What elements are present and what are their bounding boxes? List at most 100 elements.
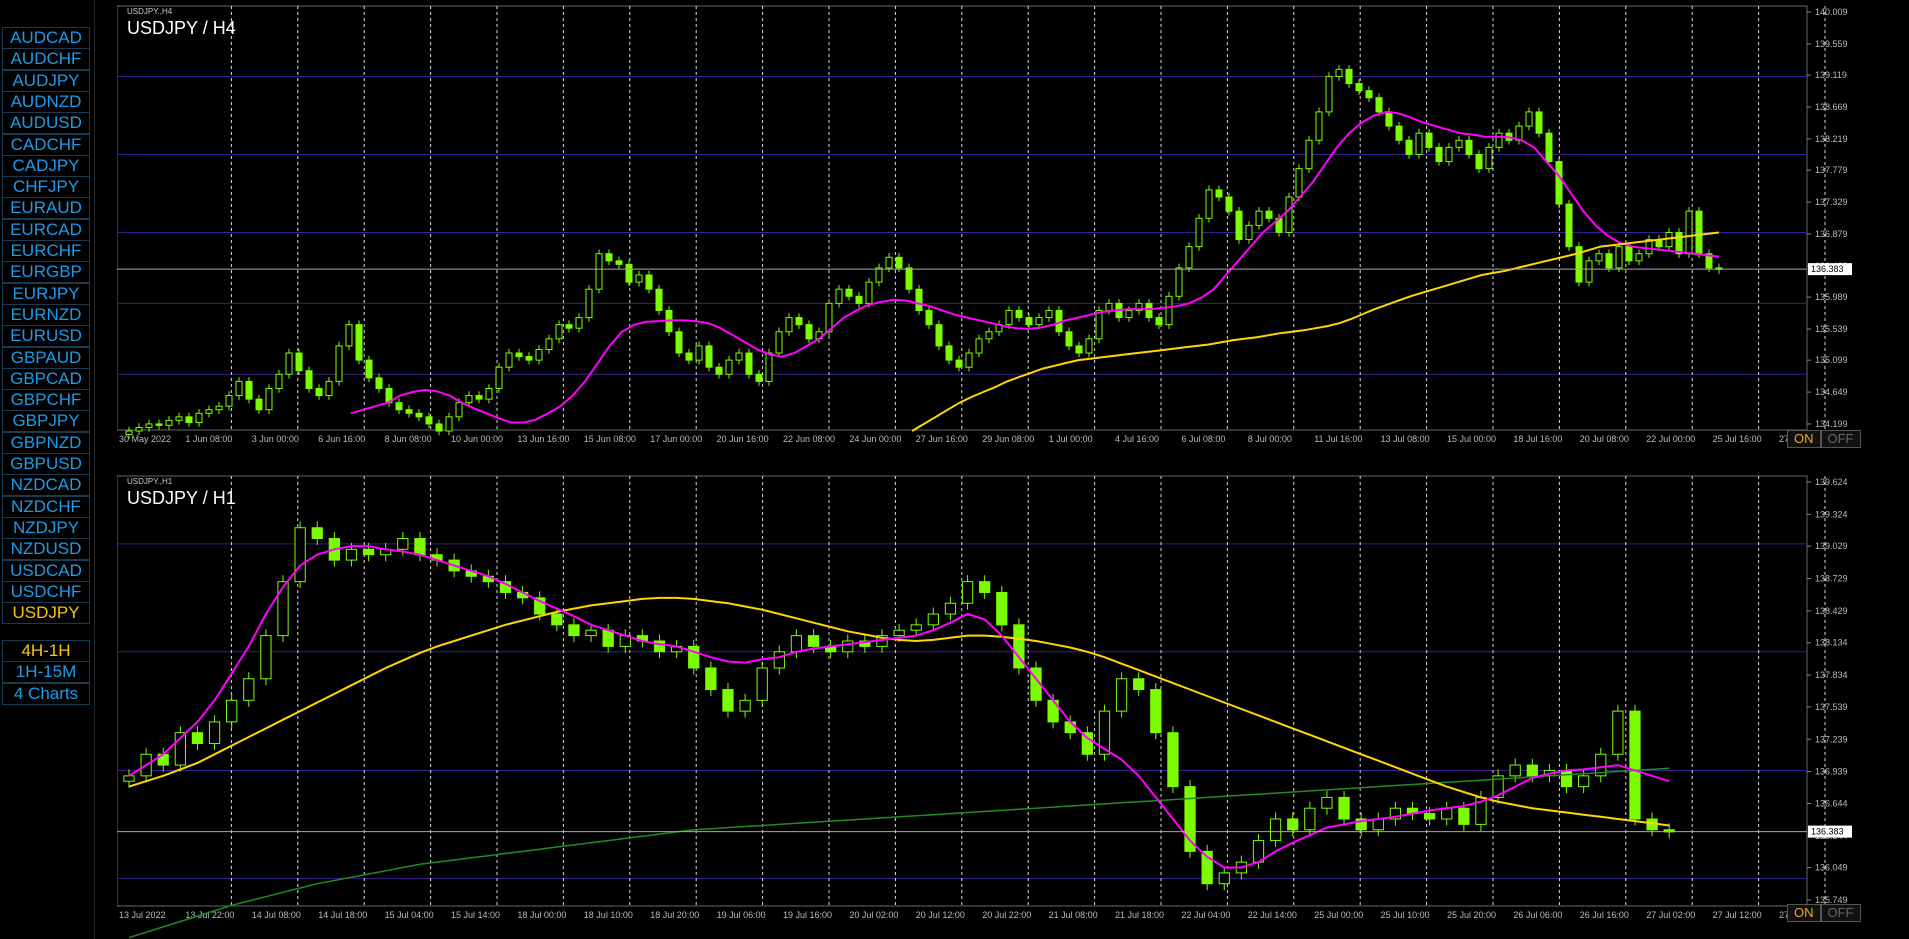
candle-body [893, 629, 905, 637]
candle-body [739, 699, 751, 712]
off-button[interactable]: OFF [1820, 430, 1861, 448]
symbol-button-cadchf[interactable]: CADCHF [2, 133, 90, 156]
x-tick-label: 29 Jun 08:00 [982, 434, 1034, 444]
x-tick-label: 14 Jul 18:00 [318, 910, 367, 920]
candle-body [485, 387, 493, 400]
candle-body [1015, 309, 1023, 319]
candle-body [275, 373, 283, 389]
symbol-button-eurnzd[interactable]: EURNZD [2, 303, 90, 326]
candle-body [305, 370, 313, 389]
y-tick-label: 138.729 [1815, 574, 1848, 584]
symbol-button-nzdcad[interactable]: NZDCAD [2, 474, 90, 497]
x-tick-label: 1 Jul 00:00 [1049, 434, 1093, 444]
chart-svg-h1[interactable]: 13 Jul 2022 13 Jul 22:00 14 Jul 08:00 14 Ju… [117, 474, 1867, 939]
candle-body [1338, 796, 1350, 820]
candle-body [790, 635, 803, 653]
off-button[interactable]: OFF [1820, 904, 1861, 922]
x-tick-label: 18 Jul 10:00 [584, 910, 633, 920]
x-tick-label: 15 Jul 04:00 [385, 910, 434, 920]
x-tick-label: 24 Jun 00:00 [849, 434, 901, 444]
chart-mini-label: USDJPY.,H4 [127, 7, 173, 16]
candle-body [1355, 83, 1363, 92]
symbol-button-gbpjpy[interactable]: GBPJPY [2, 410, 90, 433]
candle-body [243, 678, 255, 701]
x-tick-label: 13 Jun 16:00 [517, 434, 569, 444]
symbol-button-audcad[interactable]: AUDCAD [2, 27, 90, 49]
candle-body [445, 416, 453, 432]
symbol-button-audjpy[interactable]: AUDJPY [2, 69, 90, 92]
symbol-button-gbpcad[interactable]: GBPCAD [2, 367, 90, 390]
candle-body [1526, 764, 1538, 777]
current-price-label: 136.383 [1811, 827, 1844, 837]
candle-body [195, 412, 203, 424]
symbol-button-eurchf[interactable]: EURCHF [2, 240, 90, 262]
candle-body [835, 288, 843, 304]
candle-body [265, 387, 273, 411]
symbol-button-audusd[interactable]: AUDUSD [2, 112, 90, 135]
symbol-button-gbpaud[interactable]: GBPAUD [2, 346, 90, 369]
symbol-button-gbpnzd[interactable]: GBPNZD [2, 431, 90, 454]
x-tick-label: 13 Jul 08:00 [1381, 434, 1430, 444]
symbol-button-nzdjpy[interactable]: NZDJPY [2, 516, 90, 539]
on-button[interactable]: ON [1787, 430, 1821, 448]
candle-body [1435, 146, 1443, 163]
symbol-button-audchf[interactable]: AUDCHF [2, 48, 90, 71]
symbol-button-eurgbp[interactable]: EURGBP [2, 261, 90, 284]
candle-body [1235, 210, 1243, 241]
symbol-button-euraud[interactable]: EURAUD [2, 197, 90, 220]
symbol-button-usdcad[interactable]: USDCAD [2, 559, 90, 582]
candle-body [415, 412, 423, 418]
symbol-button-gbpusd[interactable]: GBPUSD [2, 453, 90, 475]
candle-body [435, 423, 443, 432]
candle-body [1215, 189, 1223, 198]
symbol-button-cadjpy[interactable]: CADJPY [2, 154, 90, 177]
candle-body [1167, 732, 1179, 788]
candle-body [515, 352, 523, 358]
chart-panel-h1[interactable]: USDJPY.,H1 USDJPY / H1 13 Jul 2022 13 Jul… [117, 474, 1867, 939]
candle-body [245, 380, 253, 400]
symbol-button-chfjpy[interactable]: CHFJPY [2, 176, 90, 199]
candle-body [1625, 246, 1633, 262]
candle-body [1445, 146, 1453, 163]
chart-panel-h4[interactable]: USDJPY.,H4 USDJPY / H4 30 May 2022 1 Jun … [117, 4, 1867, 467]
symbol-button-gbpchf[interactable]: GBPCHF [2, 389, 90, 412]
candle-body [345, 548, 358, 561]
candle-body [1685, 210, 1693, 255]
on-off-toggle: ON OFF [1787, 904, 1861, 922]
mode-button-4h-1h[interactable]: 4H-1H [2, 640, 90, 662]
candle-body [765, 352, 773, 382]
candle-body [1615, 246, 1623, 269]
candle-body [795, 317, 803, 326]
candle-body [575, 317, 583, 329]
symbol-button-eurusd[interactable]: EURUSD [2, 325, 90, 348]
candle-body [945, 345, 953, 361]
chart-svg-h4[interactable]: 30 May 2022 1 Jun 08:00 3 Jun 00:00 6 Jun 1… [117, 4, 1867, 467]
candle-body [1560, 769, 1573, 788]
y-tick-label: 135.099 [1815, 355, 1848, 365]
candle-body [375, 377, 383, 389]
candle-body [1150, 689, 1162, 734]
symbol-button-audnzd[interactable]: AUDNZD [2, 90, 90, 113]
candle-body [842, 640, 854, 653]
symbol-button-usdjpy[interactable]: USDJPY [2, 602, 90, 625]
mode-button-4-charts[interactable]: 4 Charts [2, 682, 90, 705]
symbol-button-nzdchf[interactable]: NZDCHF [2, 495, 90, 518]
candle-body [226, 699, 238, 723]
symbol-button-eurcad[interactable]: EURCAD [2, 218, 90, 241]
x-tick-label: 18 Jul 00:00 [517, 910, 566, 920]
x-tick-label: 22 Jul 00:00 [1646, 434, 1695, 444]
candle-body [1105, 302, 1113, 311]
candle-body [1335, 68, 1343, 77]
mode-button-1h-15m[interactable]: 1H-15M [2, 661, 90, 684]
symbol-button-eurjpy[interactable]: EURJPY [2, 282, 90, 305]
y-tick-label: 137.239 [1815, 734, 1848, 744]
x-tick-label: 27 Jul 12:00 [1713, 910, 1762, 920]
candle-body [465, 395, 473, 404]
candle-body [845, 288, 853, 297]
candle-body [1115, 678, 1128, 712]
symbol-button-usdchf[interactable]: USDCHF [2, 580, 90, 603]
candle-body [1064, 721, 1076, 734]
on-button[interactable]: ON [1787, 904, 1821, 922]
symbol-button-nzdusd[interactable]: NZDUSD [2, 538, 90, 561]
y-tick-label: 137.539 [1815, 702, 1848, 712]
